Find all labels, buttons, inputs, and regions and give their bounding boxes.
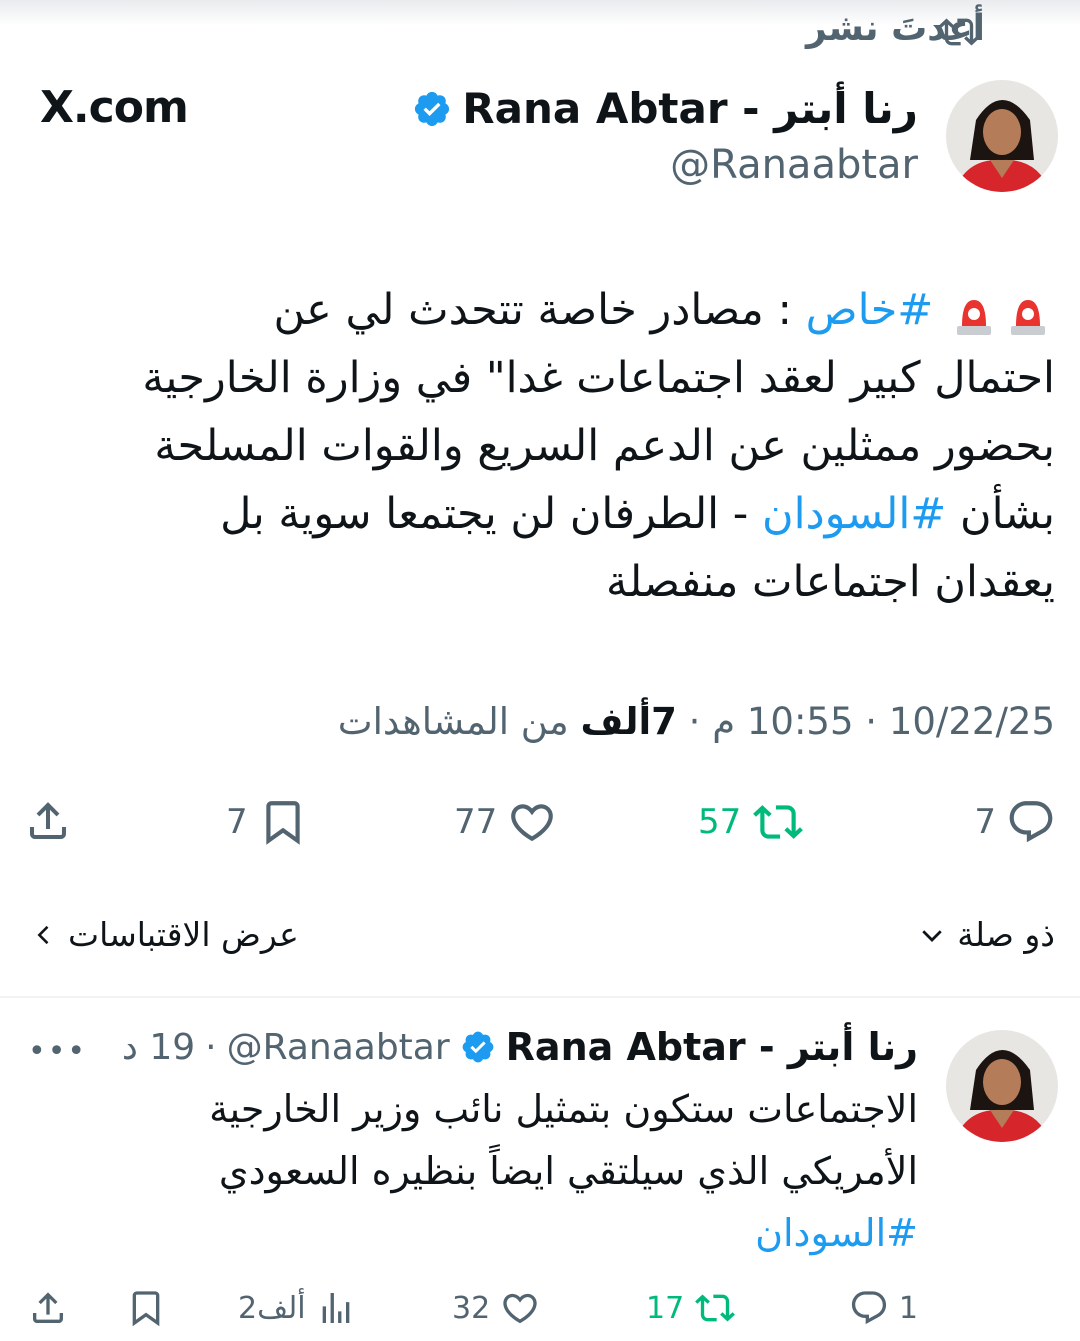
heart-icon xyxy=(503,1293,537,1324)
bookmark-button[interactable]: 7 xyxy=(226,797,308,847)
tweet-line-1: #خاص : مصادر خاصة تتحدث لي عن xyxy=(15,276,1055,344)
more-options-icon[interactable]: ••• xyxy=(28,1034,87,1069)
siren-icon xyxy=(951,290,997,336)
author-handle[interactable]: @Ranaabtar xyxy=(670,142,918,188)
tweet-line-4-start: بشأن xyxy=(959,489,1055,539)
author-row[interactable]: رنا أبتر - Rana Abtar xyxy=(412,84,918,133)
avatar-image xyxy=(946,1030,1058,1142)
tweet-date[interactable]: 10/22/25 xyxy=(889,700,1055,743)
reposted-label: أعدتَ نشر xyxy=(806,8,985,49)
like-count: 77 xyxy=(454,802,498,842)
chevron-left-icon xyxy=(37,925,49,944)
views-label: من المشاهدات xyxy=(337,700,569,743)
repost-count: 57 xyxy=(698,802,742,842)
repost-icon xyxy=(695,1294,736,1322)
tweet-line-5: يعقدان اجتماعات منفصلة xyxy=(606,557,1055,607)
avatar-image xyxy=(946,80,1058,192)
tweet-text: #خاص : مصادر خاصة تتحدث لي عن احتمال كبي… xyxy=(15,276,1055,616)
reply-author-name[interactable]: رنا أبتر - Rana Abtar xyxy=(506,1025,918,1069)
view-quotes-link[interactable]: عرض الاقتباسات xyxy=(30,915,299,954)
related-toggle[interactable]: ذو صلة xyxy=(917,915,1055,954)
repost-icon xyxy=(753,805,804,839)
reply-header: رنا أبتر - Rana Abtar @Ranaabtar · 19 د xyxy=(121,1025,918,1069)
reply-handle[interactable]: @Ranaabtar xyxy=(227,1027,450,1068)
share-icon[interactable] xyxy=(24,797,72,845)
reply-avatar[interactable] xyxy=(946,1030,1058,1142)
reply-views-button[interactable]: 2ألف xyxy=(238,1288,356,1328)
source-label: X.com xyxy=(40,82,189,133)
reply-like-count: 32 xyxy=(452,1290,491,1326)
reply-button[interactable]: 7 xyxy=(974,797,1056,847)
reply-icon xyxy=(1009,801,1053,843)
tweet-line-1-text: : مصادر خاصة تتحدث لي عن xyxy=(273,285,792,335)
verified-badge-icon xyxy=(415,91,450,126)
repost-button[interactable]: 57 xyxy=(698,797,805,847)
reply-count: 7 xyxy=(974,802,996,842)
tweet-line-2: احتمال كبير لعقد اجتماعات غدا" في وزارة … xyxy=(142,353,1055,403)
like-button[interactable]: 77 xyxy=(454,797,557,847)
reply-reply-count: 1 xyxy=(898,1290,918,1326)
reply-age[interactable]: 19 د xyxy=(122,1027,195,1068)
tweet-time[interactable]: 10:55 م xyxy=(712,700,853,743)
reply-reply-button[interactable]: 1 xyxy=(849,1288,918,1328)
view-quotes-label: عرض الاقتباسات xyxy=(68,915,299,954)
tweet-line-3: بحضور ممثلين عن الدعم السريع والقوات الم… xyxy=(154,421,1055,471)
verified-badge-icon xyxy=(462,1031,494,1063)
tweet-line-4-end: - الطرفان لن يجتمعا سوية بل xyxy=(220,489,749,539)
siren-icon xyxy=(1005,290,1051,336)
bookmark-count: 7 xyxy=(226,802,248,842)
divider xyxy=(0,996,1080,998)
avatar[interactable] xyxy=(946,80,1058,192)
reply-text: الاجتماعات ستكون بتمثيل نائب وزير الخارج… xyxy=(38,1078,918,1264)
reply-line-2: الأمريكي الذي سيلتقي ايضاً بنظيره السعود… xyxy=(218,1149,918,1193)
hashtag-link[interactable]: #السودان xyxy=(38,1202,918,1264)
share-icon[interactable] xyxy=(28,1288,68,1328)
hashtag-link[interactable]: #السودان xyxy=(762,489,946,539)
tweet-meta: 10/22/25 · 10:55 م · 7ألف من المشاهدات xyxy=(337,700,1055,743)
bookmark-icon xyxy=(265,801,300,845)
reply-views-count: 2ألف xyxy=(238,1290,306,1326)
reply-repost-count: 17 xyxy=(646,1290,685,1326)
views-count: 7ألف xyxy=(580,700,677,743)
views-icon xyxy=(322,1293,349,1323)
chevron-down-icon xyxy=(922,929,942,942)
reply-line-1: الاجتماعات ستكون بتمثيل نائب وزير الخارج… xyxy=(209,1087,918,1131)
heart-icon xyxy=(511,804,554,842)
author-name[interactable]: رنا أبتر - Rana Abtar xyxy=(462,84,918,133)
reply-icon xyxy=(851,1291,886,1325)
reply-repost-button[interactable]: 17 xyxy=(646,1288,736,1328)
hashtag-link[interactable]: #خاص xyxy=(806,285,934,335)
tweet-line-4: بشأن #السودان - الطرفان لن يجتمعا سوية ب… xyxy=(15,480,1055,548)
related-label: ذو صلة xyxy=(957,915,1055,954)
bookmark-icon[interactable] xyxy=(126,1288,166,1328)
reply-like-button[interactable]: 32 xyxy=(452,1288,540,1328)
